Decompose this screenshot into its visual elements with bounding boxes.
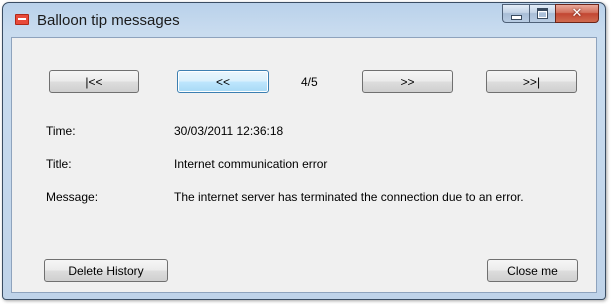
maximize-button[interactable]: [529, 4, 555, 23]
client-area: |<< << 4/5 >> >>| Time: 30/03/2011 12:36…: [11, 37, 597, 293]
window-title: Balloon tip messages: [37, 12, 180, 29]
message-label: Message:: [46, 190, 99, 204]
previous-message-button[interactable]: <<: [177, 70, 269, 93]
close-me-button[interactable]: Close me: [487, 259, 578, 282]
close-icon: ✕: [571, 6, 583, 21]
message-position: 4/5: [301, 75, 318, 89]
caption-buttons: ✕: [502, 4, 599, 24]
time-label: Time:: [46, 124, 76, 138]
message-value: The internet server has terminated the c…: [174, 190, 524, 204]
first-message-button[interactable]: |<<: [49, 70, 139, 93]
last-message-button[interactable]: >>|: [486, 70, 577, 93]
maximize-icon: [537, 8, 548, 19]
balloon-tip-window: Balloon tip messages ✕ |<< << 4/5 >> >>|…: [2, 2, 606, 300]
title-bar[interactable]: Balloon tip messages ✕: [3, 3, 605, 37]
delete-history-button[interactable]: Delete History: [44, 259, 168, 282]
title-label: Title:: [46, 157, 72, 171]
next-message-button[interactable]: >>: [362, 70, 453, 93]
minimize-icon: [510, 14, 522, 20]
time-value: 30/03/2011 12:36:18: [174, 124, 284, 138]
close-window-button[interactable]: ✕: [555, 4, 599, 23]
title-value: Internet communication error: [174, 157, 328, 171]
app-icon: [15, 14, 29, 25]
minimize-button[interactable]: [502, 4, 529, 23]
